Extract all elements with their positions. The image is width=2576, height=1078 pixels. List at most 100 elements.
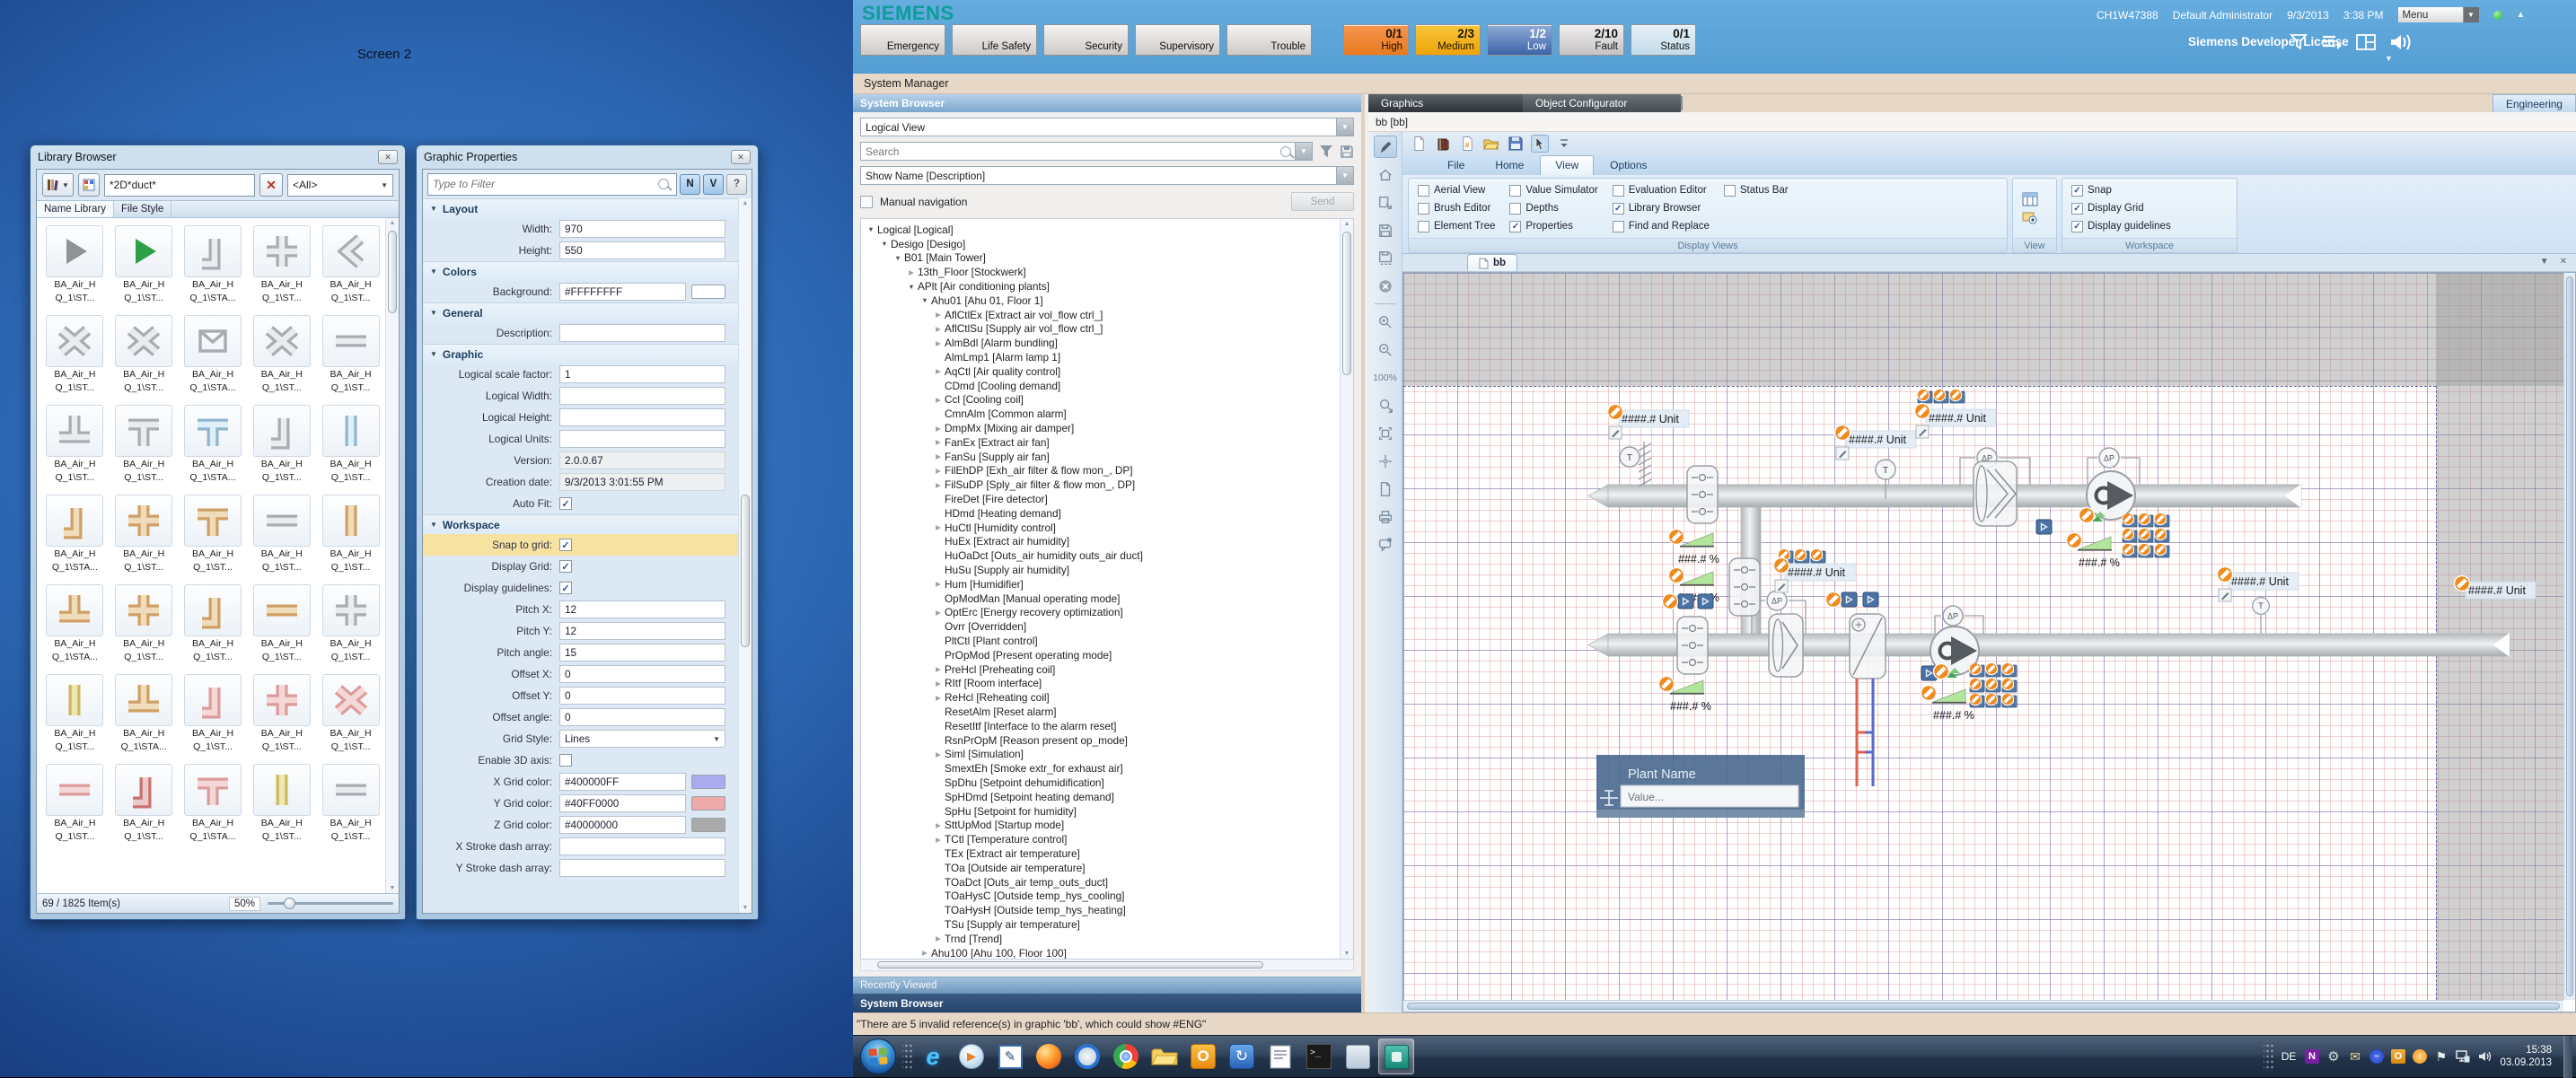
tree-item[interactable]: ▶Ccl [Cooling coil] [861,393,1340,408]
library-browser-titlebar[interactable]: Library Browser ✕ [31,145,405,169]
tab-engineering[interactable]: Engineering [2492,94,2576,112]
command-button[interactable] [2036,520,2052,534]
datapoint-value[interactable] [1619,410,1689,427]
ribbon-checkbox-find-and-replace[interactable]: Find and Replace [1613,221,1710,232]
collapse-header-icon[interactable]: ▲ [2517,10,2526,20]
value-field[interactable] [559,430,725,448]
menu-dropdown[interactable]: Menu ▼ [2398,7,2479,22]
icon-placeholder-grid[interactable] [1969,663,2018,709]
zoom-in-icon[interactable] [1374,311,1397,333]
checkbox[interactable] [559,754,572,767]
save-icon[interactable] [1507,135,1525,153]
tree-item[interactable]: OpModMan [Manual operating mode] [861,592,1340,606]
zoom-out-icon[interactable] [1374,338,1397,361]
tree-item[interactable]: ▼Logical [Logical] [861,223,1340,237]
clock[interactable]: 15:38 03.09.2013 [2500,1044,2552,1069]
command-button[interactable] [1842,592,1857,607]
tab-view[interactable]: View [1540,155,1594,175]
edit-icon[interactable] [1916,425,1929,438]
generic-app-taskbar-button[interactable] [1340,1039,1376,1074]
library-item[interactable]: BA_Air_HQ_1\ST... [249,315,314,394]
media-player-taskbar-button[interactable]: ▶ [954,1039,989,1074]
onenote-tray-icon[interactable]: N [2304,1049,2319,1065]
value-field[interactable]: 12 [559,600,725,618]
home-icon[interactable] [1374,163,1397,186]
tree-horizontal-scrollbar[interactable] [860,960,1354,971]
open-icon[interactable] [1482,135,1500,153]
checkbox[interactable]: ✓ [559,539,572,551]
tree-item[interactable]: ▶FilEhDP [Exh_air filter & flow mon_, DP… [861,464,1340,478]
tree-item[interactable]: HuOaDct [Outs_air humidity outs_air duct… [861,548,1340,563]
dropdown[interactable]: Lines▼ [559,730,725,748]
damper[interactable] [1677,617,1708,674]
value-field[interactable] [559,324,725,342]
system-browser-header[interactable]: System Browser [853,94,1361,112]
library-category-dropdown[interactable]: <All> ▼ [287,174,393,197]
graphics-canvas[interactable]: ΔP T icon [1402,272,2576,1012]
toolbar-options-icon[interactable] [1555,135,1573,153]
manual-navigation-checkbox[interactable] [860,196,873,208]
setpoint-ramp[interactable] [1680,572,1714,585]
library-item[interactable]: BA_Air_HQ_1\ST... [318,315,383,394]
graphic-properties-titlebar[interactable]: Graphic Properties ✕ [417,145,758,169]
tree-item[interactable]: ResetItf [Interface to the alarm reset] [861,719,1340,733]
ribbon-checkbox-display-guidelines[interactable]: ✓Display guidelines [2071,221,2171,232]
tab-file[interactable]: File [1433,156,1479,175]
library-item[interactable]: BA_Air_HQ_1\ST... [249,225,314,304]
value-field[interactable] [559,837,725,855]
library-item[interactable]: BA_Air_HQ_1\STA... [111,674,177,753]
tree-item[interactable]: SpHDmd [Setpoint heating demand] [861,790,1340,804]
chevron-down-icon[interactable]: ▼ [1295,143,1312,160]
edit-icon[interactable] [2219,589,2231,601]
library-item[interactable]: BA_Air_HQ_1\STA... [42,584,108,663]
ribbon-checkbox-brush-editor[interactable]: Brush Editor [1418,203,1495,215]
tab-home[interactable]: Home [1481,156,1538,175]
outlook-tray-tray-icon[interactable]: O [2390,1049,2405,1065]
filter-icon[interactable] [2290,33,2308,51]
tree-item[interactable]: ▶AflCtlEx [Extract air vol_flow ctrl_] [861,308,1340,322]
datapoint-value[interactable] [1926,409,1996,426]
icon-placeholder-grid[interactable] [2122,513,2170,559]
tab-name-library[interactable]: Name Library [37,201,114,217]
properties-scrollbar[interactable]: ▲ ▼ [738,198,752,913]
name-toggle-button[interactable]: N [680,174,700,195]
notepad-taskbar-button[interactable] [1262,1039,1298,1074]
ribbon-checkbox-aerial-view[interactable]: Aerial View [1418,185,1495,197]
quicktime-taskbar-button[interactable] [1069,1039,1105,1074]
zoom-selection-icon[interactable] [1374,394,1397,416]
supply-air-duct[interactable] [1588,633,2510,657]
delta-p-badge[interactable] [2099,448,2119,468]
tree-item[interactable]: ▶Siml [Simulation] [861,747,1340,761]
tree-scrollbar[interactable]: ▲ ▼ [1340,219,1353,959]
search-box[interactable]: ▼ [860,142,1313,161]
tree-item[interactable]: ▼Desigo [Desigo] [861,237,1340,251]
ribbon-checkbox-depths[interactable]: Depths [1509,203,1597,215]
tree-item[interactable]: TEx [Extract air temperature] [861,846,1340,861]
tree-item[interactable]: TOaDct [Outs_air temp_outs_duct] [861,875,1340,890]
tree-item[interactable]: TOaHysC [Outside temp_hys_cooling] [861,889,1340,903]
edit-icon[interactable] [1609,426,1622,439]
property-group-workspace[interactable]: ▼Workspace [423,514,738,534]
tree-item[interactable]: SpHu [Setpoint for humidity] [861,804,1340,819]
library-item[interactable]: BA_Air_HQ_1\ST... [42,315,108,394]
tree-item[interactable]: ▶HuCtl [Humidity control] [861,521,1340,535]
outlook-taskbar-button[interactable]: O [1185,1039,1221,1074]
property-group-colors[interactable]: ▼Colors [423,261,738,281]
library-filter-input[interactable] [104,174,255,197]
tree-item[interactable]: HDmd [Heating demand] [861,506,1340,521]
alarm-button-fault[interactable]: 2/10Fault [1559,24,1624,56]
tree-item[interactable]: ▶Trnd [Trend] [861,932,1340,946]
clear-filter-icon[interactable]: ✕ [259,173,283,197]
library-item[interactable]: BA_Air_HQ_1\ST... [111,495,177,574]
display-mode-dropdown[interactable]: Show Name [Description] ▼ [860,166,1354,185]
system-browser-bottom-bar[interactable]: System Browser [853,994,1361,1012]
color-swatch[interactable] [691,796,725,811]
value-field[interactable]: 2.0.0.67 [559,451,725,469]
page-setup-icon[interactable] [1374,478,1397,500]
chrome-taskbar-button[interactable] [1108,1039,1144,1074]
tree-item[interactable]: ▼Ahu01 [Ahu 01, Floor 1] [861,294,1340,308]
damper[interactable] [1687,466,1718,523]
setpoint-ramp[interactable] [2078,537,2112,550]
tree-item[interactable]: PrOpMod [Present operating mode] [861,648,1340,662]
ribbon-checkbox-value-simulator[interactable]: Value Simulator [1509,185,1597,197]
